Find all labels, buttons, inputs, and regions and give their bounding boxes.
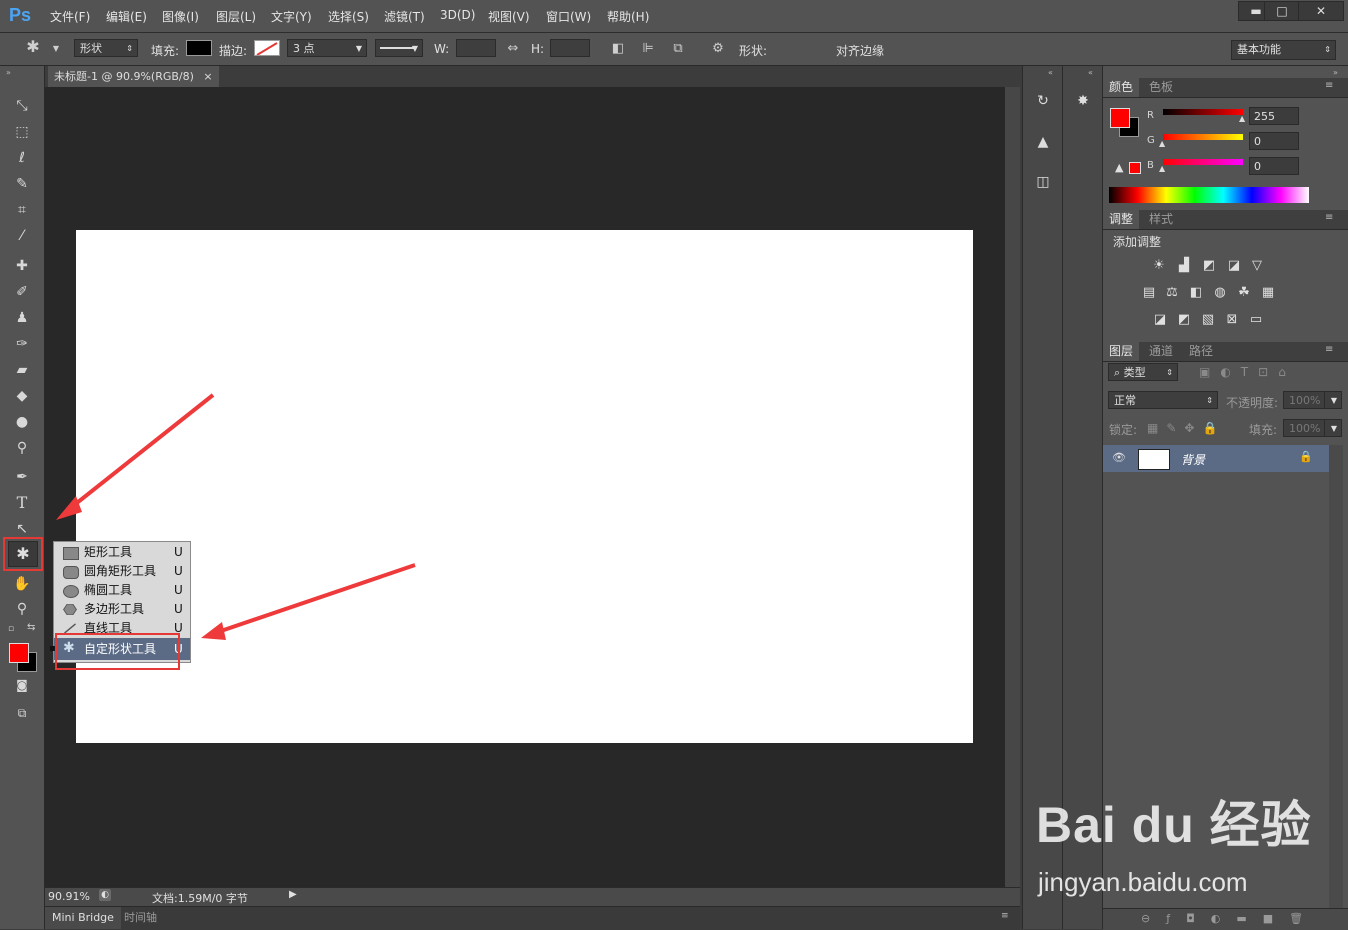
slider-handle-icon[interactable]: ▲: [1159, 164, 1165, 173]
blue-value-field[interactable]: 0: [1249, 157, 1299, 175]
layer-row-background[interactable]: 👁 背景 🔒: [1103, 445, 1329, 472]
lock-label: 锁定:: [1109, 423, 1138, 437]
photo-filter-icon[interactable]: ◍: [1211, 285, 1229, 301]
fill-field[interactable]: 100%: [1283, 419, 1325, 437]
invert-icon[interactable]: ◪: [1151, 312, 1169, 328]
green-value-field[interactable]: 0: [1249, 132, 1299, 150]
eye-icon[interactable]: 👁: [1112, 451, 1126, 464]
opacity-field[interactable]: 100%: [1283, 391, 1325, 409]
lock-icon: 🔒: [1299, 450, 1313, 463]
vibrance-icon[interactable]: ▽: [1248, 258, 1266, 274]
opacity-dropdown[interactable]: ▼: [1324, 391, 1342, 409]
histogram-panel-icon[interactable]: ▲: [1033, 132, 1053, 152]
selective-color-icon[interactable]: ▭: [1247, 312, 1265, 328]
fill-label: 填充:: [1249, 423, 1278, 437]
red-value-field[interactable]: 255: [1249, 107, 1299, 125]
layers-footer: ⊖ƒ◘◐▬■🗑: [1103, 908, 1348, 930]
hue-saturation-icon[interactable]: ▤: [1140, 285, 1158, 301]
select-arrows-icon: ⇕: [1206, 396, 1213, 405]
color-balance-icon[interactable]: ⚖: [1163, 285, 1181, 301]
fill-dropdown[interactable]: ▼: [1324, 419, 1342, 437]
channel-b-label: B: [1147, 160, 1154, 171]
gamut-warning-icon[interactable]: ▲: [1115, 161, 1123, 174]
tab-styles[interactable]: 样式: [1143, 210, 1179, 229]
lock-icons[interactable]: ▦✎✥🔒: [1147, 421, 1225, 435]
annotation-arrow: [201, 563, 416, 640]
panel-menu-icon[interactable]: ≡: [1325, 344, 1333, 355]
color-lookup-icon[interactable]: ▦: [1259, 285, 1277, 301]
tab-adjustments[interactable]: 调整: [1103, 210, 1140, 229]
layer-filter-icons[interactable]: ▣◐T⊡⌂: [1199, 365, 1296, 379]
layer-filter-select[interactable]: ⌕ 类型 ⇕: [1108, 363, 1178, 381]
layer-footer-icons[interactable]: ⊖ƒ◘◐▬■🗑: [1141, 912, 1319, 925]
layers-scrollbar[interactable]: [1329, 445, 1343, 908]
brightness-contrast-icon[interactable]: ☀: [1150, 258, 1168, 274]
blend-mode-select[interactable]: 正常 ⇕: [1108, 391, 1218, 409]
watermark-url: jingyan.baidu.com: [1038, 867, 1248, 897]
select-arrows-icon: ⇕: [1166, 368, 1173, 377]
panel-menu-icon[interactable]: ≡: [1325, 212, 1333, 223]
posterize-icon[interactable]: ◩: [1175, 312, 1193, 328]
collapse-icon[interactable]: «: [1048, 68, 1053, 77]
gradient-map-icon[interactable]: ⊠: [1223, 312, 1241, 328]
search-icon: ⌕: [1114, 366, 1124, 379]
opacity-label: 不透明度:: [1226, 396, 1279, 410]
channel-g-label: G: [1147, 135, 1155, 146]
history-panel-icon[interactable]: ↻: [1033, 91, 1053, 111]
layer-name[interactable]: 背景: [1181, 451, 1205, 468]
annotation-arrow: [56, 393, 215, 520]
gamut-color-swatch[interactable]: [1129, 162, 1141, 174]
red-slider[interactable]: [1163, 109, 1243, 115]
threshold-icon[interactable]: ▧: [1199, 312, 1217, 328]
expand-icon[interactable]: »: [1333, 68, 1338, 77]
chevron-down-icon: ▼: [1330, 396, 1337, 405]
properties-panel-icon[interactable]: ◫: [1033, 172, 1053, 192]
chevron-down-icon: ▼: [1330, 424, 1337, 433]
levels-icon[interactable]: ▟: [1175, 258, 1193, 274]
tab-paths[interactable]: 路径: [1183, 342, 1219, 361]
tab-swatches[interactable]: 色板: [1143, 78, 1179, 97]
layer-filter-value: 类型: [1123, 366, 1146, 379]
curves-icon[interactable]: ◩: [1200, 258, 1218, 274]
channel-mixer-icon[interactable]: ☘: [1235, 285, 1253, 301]
slider-handle-icon[interactable]: ▲: [1159, 139, 1165, 148]
foreground-color-swatch[interactable]: [1110, 108, 1130, 128]
channel-r-label: R: [1147, 110, 1154, 121]
collapse-icon[interactable]: «: [1088, 68, 1093, 77]
color-spectrum-ramp[interactable]: [1109, 187, 1309, 203]
watermark-logo: Bai du 经验: [1036, 797, 1312, 853]
green-slider[interactable]: [1163, 134, 1243, 140]
tab-channels[interactable]: 通道: [1143, 342, 1179, 361]
adjustments-panel-tabs: 调整 样式 ≡: [1103, 210, 1348, 230]
blend-mode-value: 正常: [1114, 394, 1136, 407]
black-white-icon[interactable]: ◧: [1187, 285, 1205, 301]
brush-presets-panel-icon[interactable]: ✸: [1073, 91, 1093, 111]
layer-thumbnail: [1138, 449, 1170, 470]
exposure-icon[interactable]: ◪: [1225, 258, 1243, 274]
slider-handle-icon[interactable]: ▲: [1239, 114, 1245, 123]
layers-panel-tabs: 图层 通道 路径 ≡: [1103, 342, 1348, 362]
tab-color[interactable]: 颜色: [1103, 78, 1140, 97]
tab-layers[interactable]: 图层: [1103, 342, 1140, 361]
color-panel-tabs: 颜色 色板 ≡: [1103, 78, 1348, 98]
blue-slider[interactable]: [1163, 159, 1243, 165]
add-adjustment-label: 添加调整: [1113, 235, 1162, 249]
panel-menu-icon[interactable]: ≡: [1325, 80, 1333, 91]
